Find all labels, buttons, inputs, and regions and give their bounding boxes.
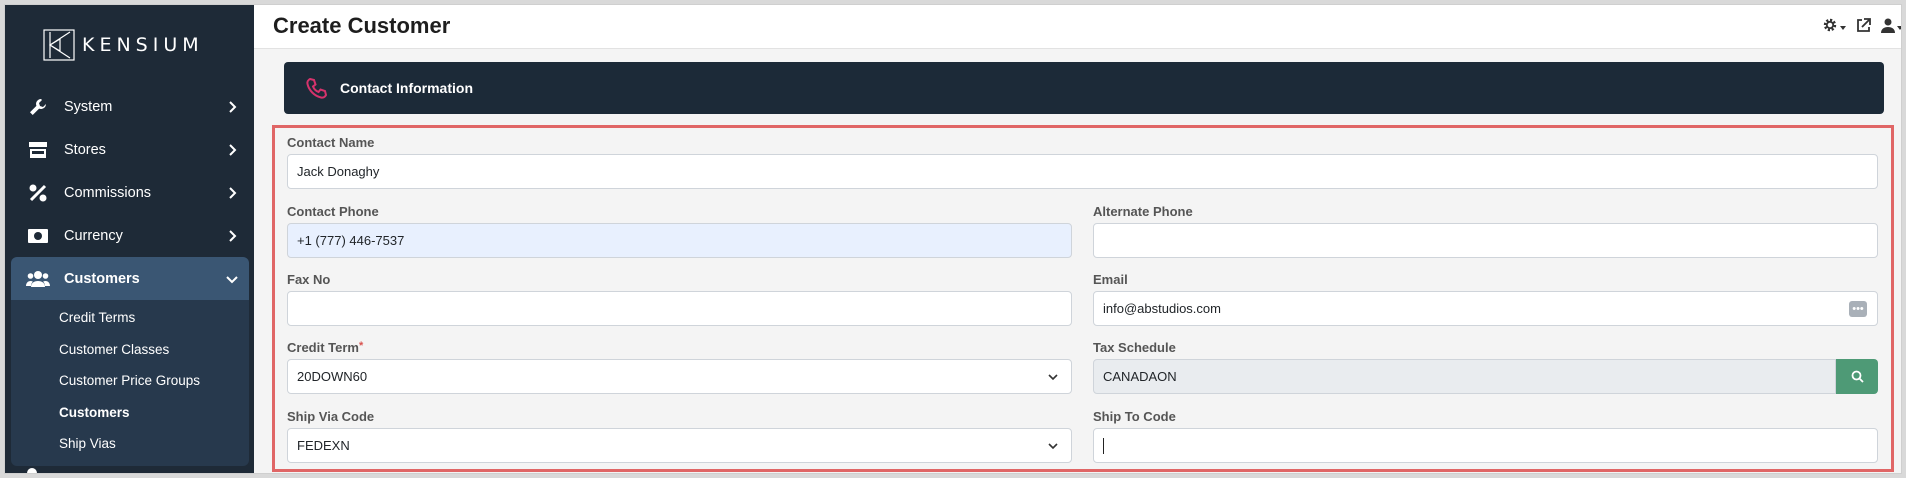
external-link-button[interactable] <box>1856 17 1871 38</box>
phone-icon <box>306 77 328 99</box>
credit-term-select[interactable]: 20DOWN60 <box>287 359 1072 394</box>
sidebar-item-customers[interactable]: Customers <box>11 257 249 300</box>
wrench-icon <box>26 96 50 118</box>
sidebar-item-label: System <box>64 98 113 115</box>
ship-to-code-label: Ship To Code <box>1093 409 1176 424</box>
sidebar-subitem-customers[interactable]: Customers <box>11 397 249 429</box>
next-menu-icon <box>27 468 37 473</box>
kensium-logo-icon <box>43 29 75 61</box>
tax-schedule-label: Tax Schedule <box>1093 340 1176 355</box>
sidebar-nav: System Stores Commissions Currency Custo… <box>11 85 249 466</box>
settings-menu[interactable] <box>1822 17 1846 38</box>
email-field[interactable]: info@abstudios.com ••• <box>1093 291 1878 326</box>
sidebar-subitem-customer-price-groups[interactable]: Customer Price Groups <box>11 365 249 397</box>
credit-term-label: Credit Term* <box>287 340 363 355</box>
brand-name: KENSIUM <box>82 34 204 56</box>
sidebar-item-currency[interactable]: Currency <box>11 214 249 257</box>
main-content: Create Customer Contact Information Cont… <box>254 5 1901 473</box>
contact-form: Contact Name Jack Donaghy Contact Phone … <box>272 125 1894 472</box>
sidebar-item-label: Stores <box>64 141 106 158</box>
contact-name-label: Contact Name <box>287 135 375 150</box>
email-label: Email <box>1093 272 1128 287</box>
section-title: Contact Information <box>340 80 473 96</box>
credit-term-value: 20DOWN60 <box>297 369 368 384</box>
users-icon <box>26 268 50 290</box>
chevron-right-icon <box>225 229 239 243</box>
sidebar-item-label: Commissions <box>64 184 152 201</box>
contact-phone-input[interactable]: +1 (777) 446-7537 <box>287 223 1072 258</box>
alternate-phone-label: Alternate Phone <box>1093 204 1193 219</box>
app-window: KENSIUM System Stores Commissions Curren… <box>4 4 1902 474</box>
top-bar: Create Customer <box>254 5 1901 49</box>
credit-term-label-text: Credit Term <box>287 340 359 355</box>
search-icon <box>1851 370 1864 383</box>
chevron-right-icon <box>225 143 239 157</box>
ship-via-code-value: FEDEXN <box>297 438 350 453</box>
text-cursor <box>1103 437 1104 454</box>
user-menu[interactable] <box>1881 18 1901 38</box>
chevron-down-icon <box>225 272 239 286</box>
percent-icon <box>26 182 50 204</box>
external-link-icon <box>1856 17 1871 38</box>
page-title: Create Customer <box>273 13 451 38</box>
caret-down-icon <box>1840 25 1846 30</box>
user-icon <box>1881 18 1895 38</box>
chevron-right-icon <box>225 186 239 200</box>
money-icon <box>26 225 50 247</box>
tax-schedule-search-button[interactable] <box>1836 359 1878 394</box>
more-options-icon[interactable]: ••• <box>1849 301 1867 317</box>
caret-down-icon <box>1897 25 1901 30</box>
required-mark: * <box>359 340 364 352</box>
ship-via-code-select[interactable]: FEDEXN <box>287 428 1072 463</box>
chevron-right-icon <box>225 100 239 114</box>
email-value: info@abstudios.com <box>1103 301 1221 316</box>
settings-icon <box>1822 17 1838 38</box>
tax-schedule-input[interactable]: CANADAON <box>1093 359 1836 394</box>
alternate-phone-input[interactable] <box>1093 223 1878 258</box>
sidebar-item-label: Currency <box>64 227 123 244</box>
sidebar-item-stores[interactable]: Stores <box>11 128 249 171</box>
store-icon <box>26 139 50 161</box>
chevron-down-icon <box>1048 373 1058 380</box>
contact-phone-label: Contact Phone <box>287 204 379 219</box>
contact-name-input[interactable]: Jack Donaghy <box>287 154 1878 189</box>
customers-submenu: Credit Terms Customer Classes Customer P… <box>11 300 249 466</box>
sidebar-item-label: Customers <box>64 270 140 287</box>
sidebar-item-commissions[interactable]: Commissions <box>11 171 249 214</box>
sidebar-subitem-credit-terms[interactable]: Credit Terms <box>11 302 249 334</box>
fax-no-label: Fax No <box>287 272 331 287</box>
sidebar-subitem-ship-vias[interactable]: Ship Vias <box>11 428 249 460</box>
top-bar-icons <box>1822 17 1901 38</box>
ship-via-code-label: Ship Via Code <box>287 409 375 424</box>
sidebar: KENSIUM System Stores Commissions Curren… <box>5 5 254 473</box>
chevron-down-icon <box>1048 442 1058 449</box>
sidebar-item-system[interactable]: System <box>11 85 249 128</box>
fax-no-input[interactable] <box>287 291 1072 326</box>
brand-logo[interactable]: KENSIUM <box>42 25 204 65</box>
ship-to-code-input[interactable] <box>1093 428 1878 463</box>
contact-information-header: Contact Information <box>284 62 1884 114</box>
sidebar-subitem-customer-classes[interactable]: Customer Classes <box>11 334 249 366</box>
